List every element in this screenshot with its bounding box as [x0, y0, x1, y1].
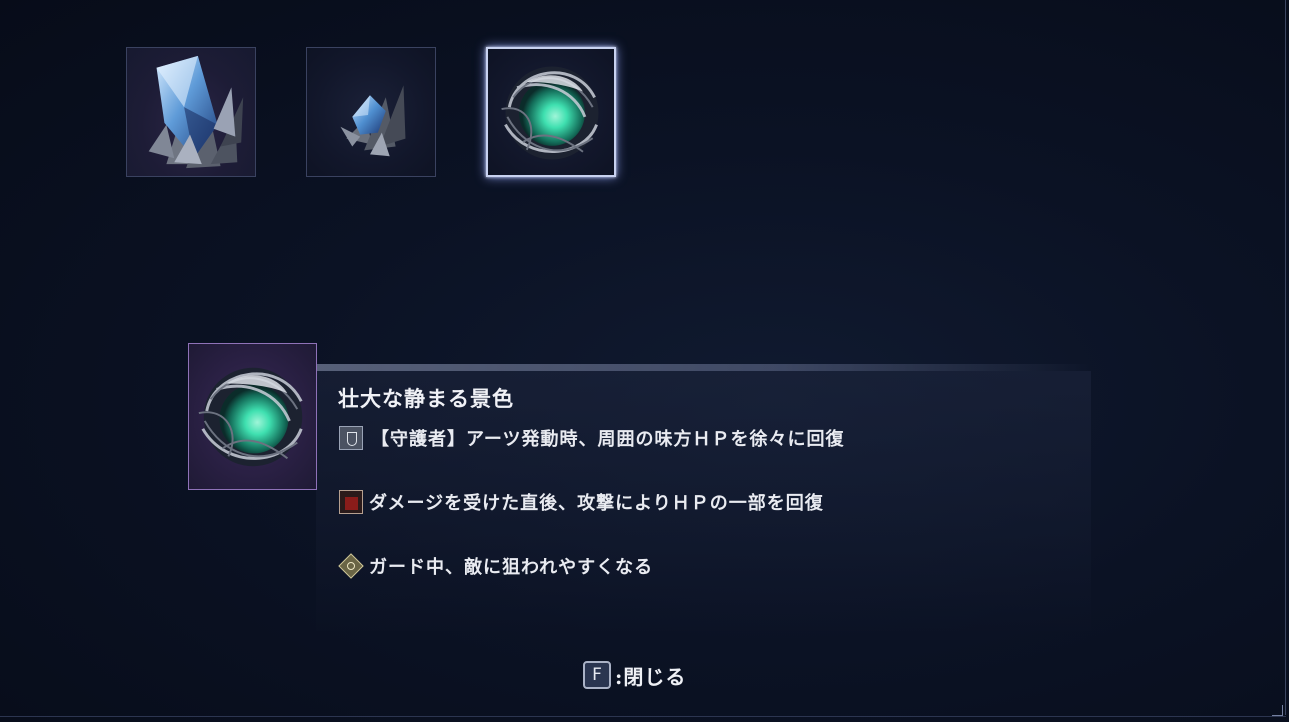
guard-icon: [339, 554, 363, 578]
effect-row-2: ダメージを受けた直後、攻撃によりＨＰの一部を回復: [339, 488, 824, 516]
window-frame-edge: [1285, 0, 1286, 715]
f-key-icon: F: [583, 661, 611, 689]
equipment-slot-3-selected[interactable]: [486, 47, 616, 177]
effect-text: ガード中、敵に狙われやすくなる: [369, 557, 654, 578]
equipment-slot-2[interactable]: [306, 47, 436, 177]
damage-icon: [339, 490, 363, 514]
detail-item-icon: [188, 343, 317, 490]
effect-text: 【守護者】アーツ発動時、周囲の味方ＨＰを徐々に回復: [371, 429, 845, 450]
vine-orb-icon: [501, 66, 599, 160]
detail-panel-header-bar: [316, 364, 1091, 371]
small-crystal-icon: [340, 85, 406, 157]
effect-row-1: 【守護者】アーツ発動時、周囲の味方ＨＰを徐々に回復: [339, 424, 845, 452]
guardian-icon: [339, 426, 363, 450]
close-button[interactable]: F :閉じる: [583, 660, 686, 690]
large-crystal-icon: [148, 55, 244, 169]
close-label: :閉じる: [615, 664, 687, 689]
window-frame-bottom: [0, 716, 1286, 717]
item-title: 壮大な静まる景色: [338, 386, 514, 411]
resize-corner-icon: [1272, 705, 1283, 716]
equipment-slot-1[interactable]: [126, 47, 256, 177]
effect-text: ダメージを受けた直後、攻撃によりＨＰの一部を回復: [369, 493, 824, 514]
effect-row-3: ガード中、敵に狙われやすくなる: [339, 552, 653, 580]
vine-orb-icon: [198, 367, 303, 467]
